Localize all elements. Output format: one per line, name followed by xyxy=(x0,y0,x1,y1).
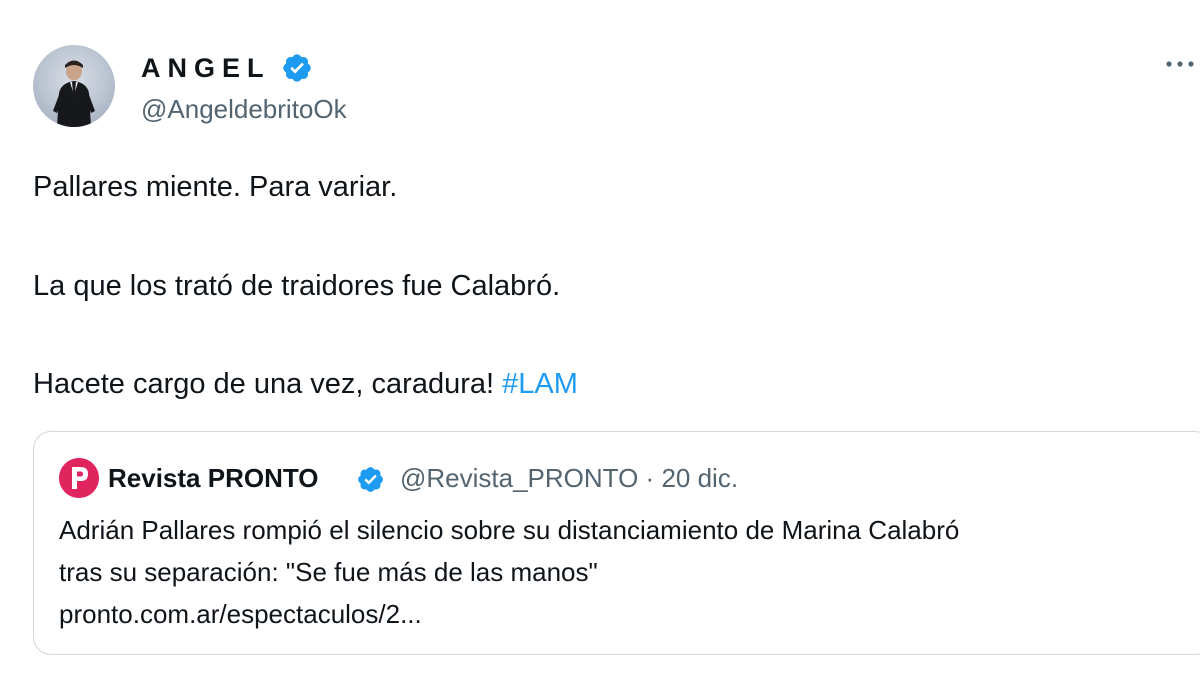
quoted-date[interactable]: 20 dic. xyxy=(661,463,738,493)
tweet-text-line-1: Pallares miente. Para variar. xyxy=(33,171,398,203)
hashtag-link[interactable]: #LAM xyxy=(502,368,578,400)
tweet-text-line-3-body: Hacete cargo de una vez, caradura! xyxy=(33,368,503,400)
pronto-logo-icon xyxy=(59,458,99,498)
quoted-author-name[interactable]: Revista PRONTO xyxy=(108,461,318,495)
tweet: ANGEL @AngeldebritoOk Pallares miente. P… xyxy=(0,0,1200,675)
author-name[interactable]: ANGEL xyxy=(141,50,271,86)
more-options-button[interactable] xyxy=(1160,48,1200,80)
verified-badge-icon[interactable] xyxy=(281,52,313,84)
tweet-text-line-3: Hacete cargo de una vez, caradura! #LAM xyxy=(33,365,578,403)
quoted-meta: @Revista_PRONTO · 20 dic. xyxy=(400,461,738,495)
quoted-text-line-1: Adrián Pallares rompió el silencio sobre… xyxy=(59,515,960,545)
quoted-text-line-2: tras su separación: "Se fue más de las m… xyxy=(59,557,598,587)
avatar-photo-icon xyxy=(53,60,95,127)
more-options-icon xyxy=(1166,61,1194,67)
author-handle[interactable]: @AngeldebritoOk xyxy=(141,92,347,126)
quoted-author-handle[interactable]: @Revista_PRONTO xyxy=(400,463,638,493)
author-avatar[interactable] xyxy=(33,45,115,127)
quoted-verified-badge-icon xyxy=(358,467,383,492)
quoted-link[interactable]: pronto.com.ar/espectaculos/2... xyxy=(59,597,422,631)
tweet-text-line-2: La que los trató de traidores fue Calabr… xyxy=(33,270,561,302)
meta-separator: · xyxy=(645,463,655,493)
quoted-tweet-card[interactable]: Revista PRONTO @Revista_PRONTO · 20 dic.… xyxy=(33,431,1200,655)
